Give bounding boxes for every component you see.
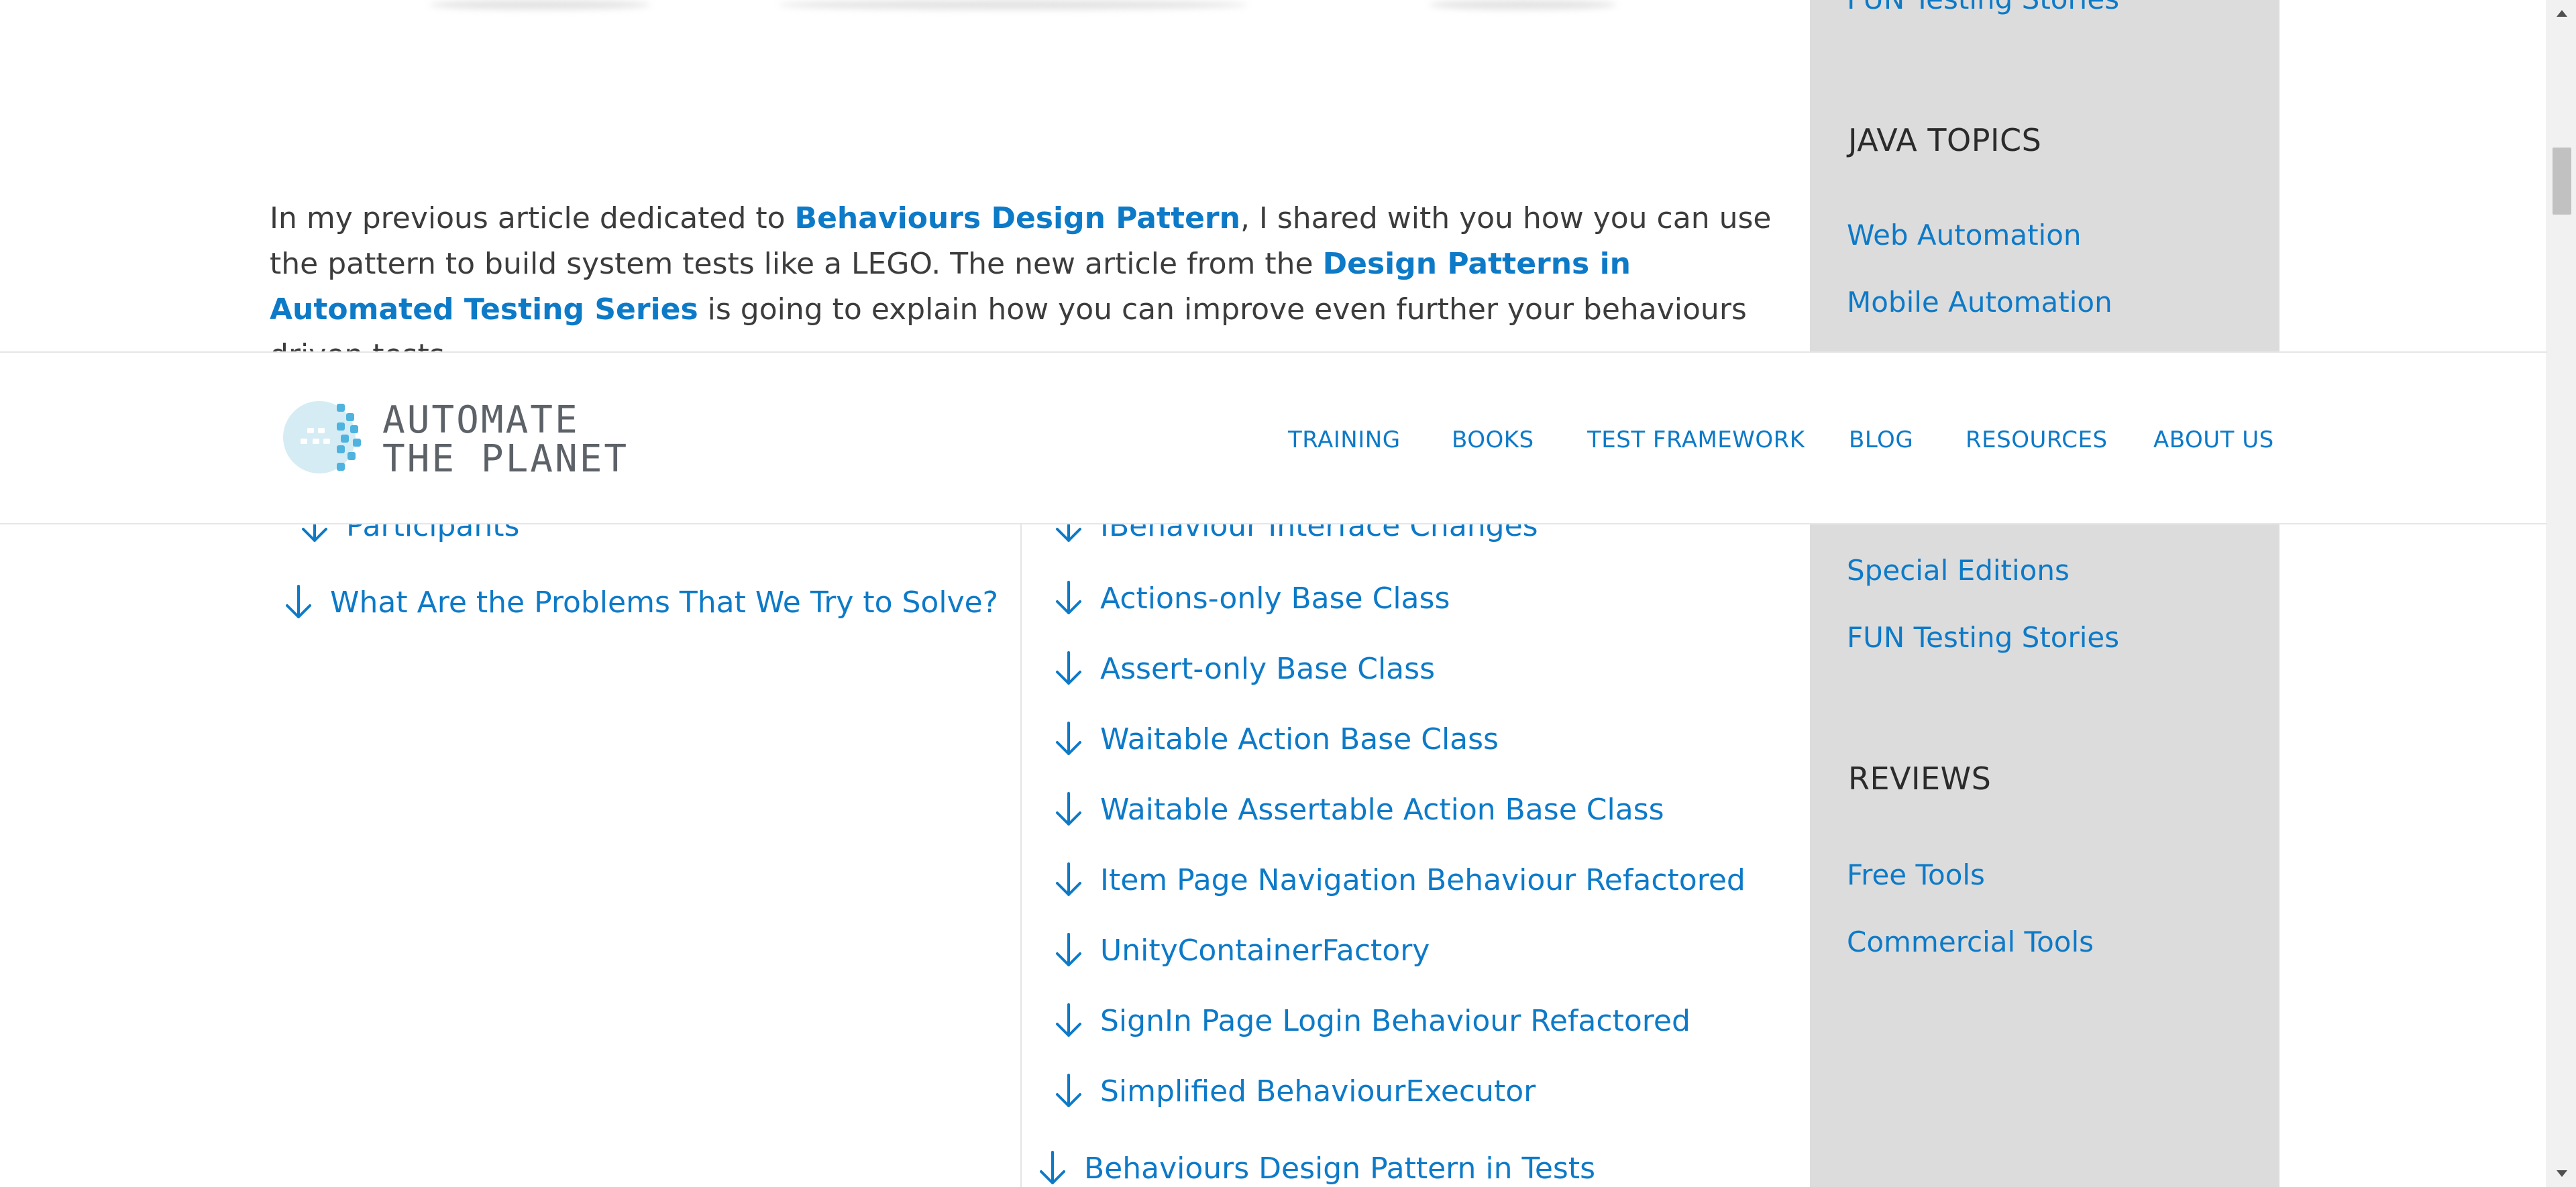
site-header: AUTOMATE THE PLANET TRAINING BOOKS TEST …	[0, 351, 2546, 524]
intro-text: In my previous article dedicated to	[270, 201, 795, 235]
page: In my previous article dedicated to Beha…	[0, 0, 2546, 1187]
toc-link-problems[interactable]: What Are the Problems That We Try to Sol…	[282, 583, 998, 621]
toc-link-label: Item Page Navigation Behaviour Refactore…	[1100, 862, 1746, 897]
sidebar-heading-java-topics: JAVA TOPICS	[1848, 122, 2042, 158]
triangle-down-icon	[2557, 1170, 2567, 1177]
logo-line-2: THE PLANET	[382, 437, 629, 481]
toc-link-item-page-navigation-behaviour[interactable]: Item Page Navigation Behaviour Refactore…	[1052, 861, 1746, 899]
toc-link-waitable-assertable-action-base-class[interactable]: Waitable Assertable Action Base Class	[1052, 791, 1664, 828]
sidebar: FUN Testing Stories JAVA TOPICS Web Auto…	[1810, 0, 2279, 1187]
arrow-down-icon	[286, 585, 311, 618]
site-logo[interactable]: AUTOMATE THE PLANET	[280, 398, 629, 479]
nav-item-about-us[interactable]: ABOUT US	[2153, 427, 2274, 453]
nav-item-resources[interactable]: RESOURCES	[1966, 427, 2108, 453]
logo-wordmark: AUTOMATE THE PLANET	[382, 401, 629, 479]
triangle-up-icon	[2557, 10, 2567, 17]
image-bottom-edge	[1429, 0, 1617, 9]
sidebar-link-web-automation[interactable]: Web Automation	[1847, 219, 2082, 251]
image-bottom-edge	[778, 0, 1248, 9]
sidebar-link-fun-testing-stories[interactable]: FUN Testing Stories	[1847, 621, 2119, 654]
vertical-scrollbar[interactable]	[2546, 0, 2576, 1187]
toc-link-unitycontainerfactory[interactable]: UnityContainerFactory	[1052, 931, 1430, 969]
logo-line-1: AUTOMATE	[382, 398, 580, 442]
nav-item-blog[interactable]: BLOG	[1849, 427, 1913, 453]
toc-link-label: What Are the Problems That We Try to Sol…	[330, 585, 999, 620]
nav-item-training[interactable]: TRAINING	[1288, 427, 1401, 453]
toc-link-assert-only-base-class[interactable]: Assert-only Base Class	[1052, 650, 1435, 687]
arrow-down-icon	[1056, 581, 1081, 614]
toc-link-waitable-action-base-class[interactable]: Waitable Action Base Class	[1052, 720, 1499, 758]
sidebar-link-free-tools[interactable]: Free Tools	[1847, 858, 1985, 891]
toc-link-label: Waitable Assertable Action Base Class	[1100, 792, 1664, 827]
sidebar-link-fun-testing-stories-top[interactable]: FUN Testing Stories	[1847, 0, 2119, 15]
sidebar-link-mobile-automation[interactable]: Mobile Automation	[1847, 286, 2112, 319]
sidebar-link-commercial-tools[interactable]: Commercial Tools	[1847, 925, 2094, 958]
scroll-up-button[interactable]	[2547, 0, 2576, 27]
scroll-down-button[interactable]	[2547, 1160, 2576, 1187]
behaviours-design-pattern-link[interactable]: Behaviours Design Pattern	[795, 201, 1240, 235]
arrow-down-icon	[1056, 862, 1081, 896]
toc-link-label: UnityContainerFactory	[1100, 933, 1430, 968]
toc-link-label: SignIn Page Login Behaviour Refactored	[1100, 1003, 1690, 1038]
sidebar-heading-reviews: REVIEWS	[1848, 760, 1992, 797]
toc-link-label: Behaviours Design Pattern in Tests	[1084, 1151, 1596, 1186]
arrow-down-icon	[1056, 651, 1081, 685]
toc-link-label: Actions-only Base Class	[1100, 581, 1450, 616]
scrollbar-thumb[interactable]	[2553, 148, 2571, 215]
toc-link-label: Waitable Action Base Class	[1100, 722, 1499, 756]
arrow-down-icon	[1056, 722, 1081, 755]
nav-item-books[interactable]: BOOKS	[1452, 427, 1534, 453]
arrow-down-icon	[1056, 1074, 1081, 1107]
planet-logo-icon	[283, 401, 361, 473]
arrow-down-icon	[1040, 1151, 1065, 1184]
toc-link-simplified-behaviourexecutor[interactable]: Simplified BehaviourExecutor	[1052, 1072, 1536, 1110]
toc-link-label: Assert-only Base Class	[1100, 651, 1435, 686]
arrow-down-icon	[1056, 792, 1081, 826]
nav-item-test-framework[interactable]: TEST FRAMEWORK	[1587, 427, 1805, 453]
arrow-down-icon	[1056, 933, 1081, 966]
arrow-down-icon	[1056, 1003, 1081, 1037]
toc-link-actions-only-base-class[interactable]: Actions-only Base Class	[1052, 579, 1450, 617]
toc-link-signin-page-login-behaviour[interactable]: SignIn Page Login Behaviour Refactored	[1052, 1002, 1690, 1039]
image-bottom-edge	[429, 0, 651, 9]
toc-link-behaviours-design-pattern-in-tests[interactable]: Behaviours Design Pattern in Tests	[1036, 1149, 1595, 1187]
toc-link-label: Simplified BehaviourExecutor	[1100, 1074, 1536, 1109]
toc-column-divider	[1020, 522, 1022, 1187]
sidebar-link-special-editions[interactable]: Special Editions	[1847, 554, 2070, 587]
